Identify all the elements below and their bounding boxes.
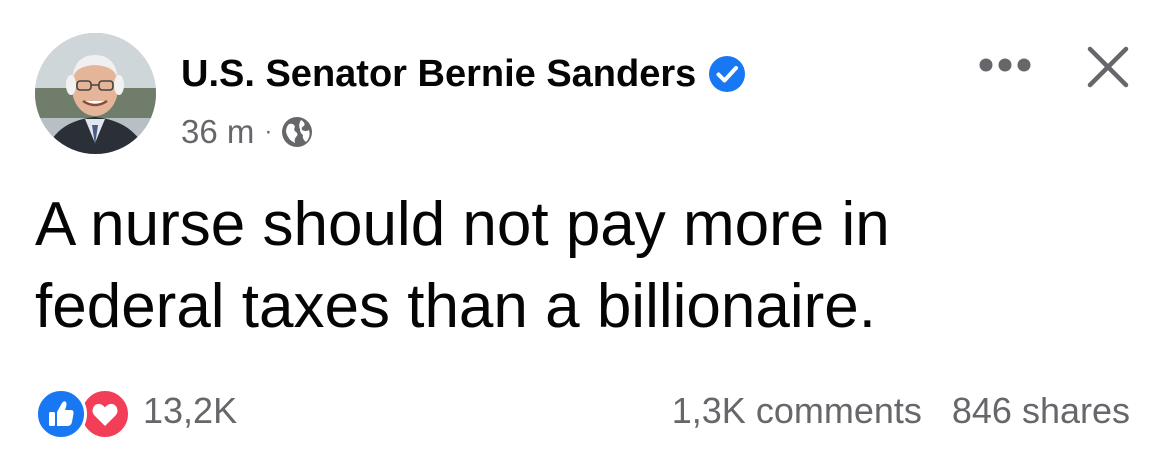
globe-icon (280, 115, 314, 149)
author-name-text[interactable]: U.S. Senator Bernie Sanders (181, 50, 696, 98)
post-text-line-2: federal taxes than a billionaire. (35, 272, 876, 341)
verified-badge-icon (708, 55, 746, 93)
comments-count[interactable]: 1,3K comments (672, 386, 922, 436)
author-name[interactable]: U.S. Senator Bernie Sanders (181, 50, 746, 98)
close-icon (1087, 46, 1129, 88)
author-avatar[interactable] (35, 33, 156, 154)
reactions-summary[interactable]: 13,2K (35, 386, 237, 440)
post-timestamp[interactable]: 36 m (181, 112, 254, 152)
post-meta: 36 m · (181, 112, 314, 152)
like-icon (35, 388, 87, 440)
shares-count[interactable]: 846 shares (952, 386, 1130, 436)
more-icon (979, 58, 1031, 72)
engagement-stats: 1,3K comments 846 shares (672, 386, 1130, 436)
meta-separator: · (264, 118, 273, 145)
post-card: U.S. Senator Bernie Sanders 36 m · A nur… (0, 0, 1170, 464)
reaction-icons (35, 386, 133, 440)
more-options-button[interactable] (973, 45, 1037, 85)
reaction-count[interactable]: 13,2K (143, 386, 237, 436)
close-button[interactable] (1078, 37, 1138, 97)
post-text-line-1: A nurse should not pay more in (35, 190, 890, 259)
post-body-text: A nurse should not pay more in federal t… (35, 184, 1115, 348)
avatar-photo (35, 33, 156, 154)
